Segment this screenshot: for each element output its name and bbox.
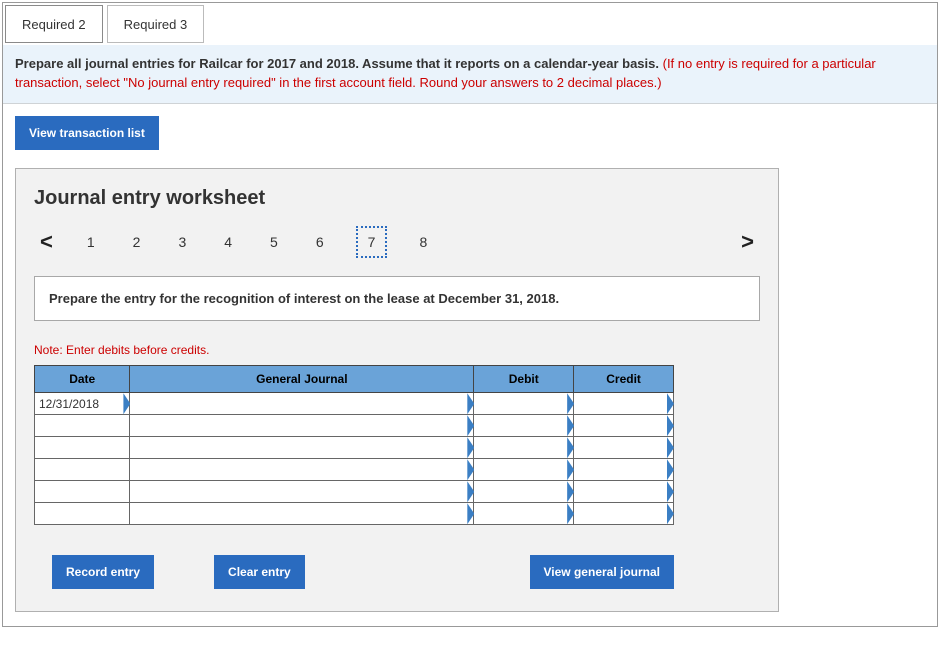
pager: < 1 2 3 4 5 6 7 8 >: [34, 226, 760, 258]
cell-credit[interactable]: [574, 503, 674, 525]
tab-required-2[interactable]: Required 2: [5, 5, 103, 43]
cell-date[interactable]: [35, 481, 130, 503]
cell-date[interactable]: [35, 415, 130, 437]
col-header-date: Date: [35, 366, 130, 393]
cell-date[interactable]: 12/31/2018: [35, 393, 130, 415]
dropdown-indicator-icon: [667, 437, 674, 458]
cell-debit[interactable]: [474, 459, 574, 481]
cell-date[interactable]: [35, 459, 130, 481]
cell-credit[interactable]: [574, 437, 674, 459]
pager-items: 1 2 3 4 5 6 7 8: [81, 226, 735, 258]
col-header-general-journal: General Journal: [130, 366, 474, 393]
pager-prev-icon[interactable]: <: [34, 229, 59, 255]
dropdown-indicator-icon: [667, 481, 674, 502]
record-entry-button[interactable]: Record entry: [52, 555, 154, 589]
table-row: 12/31/2018: [35, 393, 674, 415]
cell-credit[interactable]: [574, 459, 674, 481]
tab-required-3[interactable]: Required 3: [107, 5, 205, 43]
pager-page-5[interactable]: 5: [264, 230, 284, 254]
app-container: Required 2 Required 3 Prepare all journa…: [2, 2, 938, 627]
cell-debit[interactable]: [474, 481, 574, 503]
cell-credit[interactable]: [574, 481, 674, 503]
col-header-debit: Debit: [474, 366, 574, 393]
pager-page-6[interactable]: 6: [310, 230, 330, 254]
cell-general-journal[interactable]: [130, 459, 474, 481]
worksheet-title: Journal entry worksheet: [34, 187, 760, 210]
cell-credit[interactable]: [574, 393, 674, 415]
dropdown-indicator-icon: [667, 459, 674, 480]
cell-debit[interactable]: [474, 415, 574, 437]
tabs-row: Required 2 Required 3: [3, 3, 937, 45]
col-header-credit: Credit: [574, 366, 674, 393]
dropdown-indicator-icon: [667, 503, 674, 524]
table-row: [35, 415, 674, 437]
pager-page-4[interactable]: 4: [218, 230, 238, 254]
pager-page-3[interactable]: 3: [172, 230, 192, 254]
cell-debit[interactable]: [474, 393, 574, 415]
pager-page-2[interactable]: 2: [127, 230, 147, 254]
view-transaction-list-button[interactable]: View transaction list: [15, 116, 159, 150]
table-row: [35, 481, 674, 503]
table-row: [35, 503, 674, 525]
cell-general-journal[interactable]: [130, 481, 474, 503]
cell-credit[interactable]: [574, 415, 674, 437]
cell-debit[interactable]: [474, 437, 574, 459]
dropdown-indicator-icon: [667, 393, 674, 414]
pager-page-1[interactable]: 1: [81, 230, 101, 254]
cell-general-journal[interactable]: [130, 415, 474, 437]
worksheet-button-row: Record entry Clear entry View general jo…: [34, 555, 674, 589]
cell-general-journal[interactable]: [130, 503, 474, 525]
cell-date[interactable]: [35, 437, 130, 459]
table-row: [35, 437, 674, 459]
table-row: [35, 459, 674, 481]
view-general-journal-button[interactable]: View general journal: [530, 555, 674, 589]
cell-date[interactable]: [35, 503, 130, 525]
pager-page-8[interactable]: 8: [413, 230, 433, 254]
instructions-main: Prepare all journal entries for Railcar …: [15, 56, 663, 71]
note-debits-before-credits: Note: Enter debits before credits.: [34, 343, 760, 357]
clear-entry-button[interactable]: Clear entry: [214, 555, 305, 589]
dropdown-indicator-icon: [667, 415, 674, 436]
cell-general-journal[interactable]: [130, 437, 474, 459]
instructions-banner: Prepare all journal entries for Railcar …: [3, 45, 937, 104]
journal-worksheet: Journal entry worksheet < 1 2 3 4 5 6 7 8 > Pre…: [15, 168, 779, 613]
entry-prompt: Prepare the entry for the recognition of…: [34, 276, 760, 322]
cell-debit[interactable]: [474, 503, 574, 525]
journal-table: Date General Journal Debit Credit 12/31/…: [34, 365, 674, 525]
cell-general-journal[interactable]: [130, 393, 474, 415]
pager-next-icon[interactable]: >: [735, 229, 760, 255]
pager-page-7[interactable]: 7: [356, 226, 388, 258]
